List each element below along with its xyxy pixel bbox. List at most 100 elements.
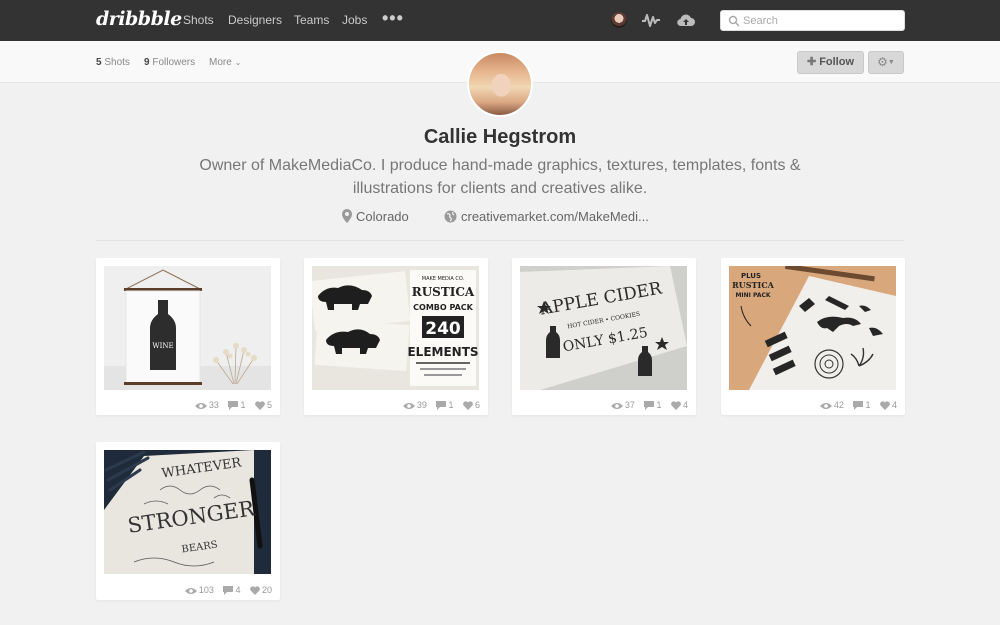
shot-stats: 37 1 4 bbox=[604, 400, 688, 410]
shot-image: PLUS RUSTICA MINI PACK bbox=[729, 266, 896, 390]
comments-count: 1 bbox=[656, 400, 662, 410]
likes-stat[interactable]: 4 bbox=[671, 400, 688, 410]
followers-count: 9 bbox=[144, 57, 150, 68]
comment-icon bbox=[223, 586, 234, 595]
shot-art-text: WINE bbox=[152, 342, 173, 350]
eye-icon bbox=[194, 403, 207, 409]
comment-icon bbox=[644, 401, 655, 410]
more-menu-icon[interactable]: ••• bbox=[382, 8, 404, 29]
chevron-down-icon: ⌄ bbox=[234, 58, 242, 67]
location-text: Colorado bbox=[356, 209, 409, 224]
views-count: 33 bbox=[208, 400, 219, 410]
more-label: More bbox=[209, 57, 232, 68]
shot-card[interactable]: WINE 33 1 5 bbox=[96, 258, 280, 415]
likes-count: 20 bbox=[261, 585, 272, 595]
eye-icon bbox=[610, 403, 623, 409]
comment-icon bbox=[436, 401, 447, 410]
shot-stats: 39 1 6 bbox=[396, 400, 480, 410]
shot-image: WINE bbox=[104, 266, 271, 390]
search-input[interactable] bbox=[743, 13, 898, 29]
shot-thumbnail[interactable]: MAKE MEDIA CO. RUSTICA COMBO PACK 240 EL… bbox=[312, 266, 479, 390]
profile-avatar[interactable] bbox=[467, 51, 533, 117]
views-stat: 103 bbox=[184, 585, 214, 595]
more-dropdown[interactable]: More ⌄ bbox=[209, 57, 242, 68]
views-count: 103 bbox=[198, 585, 214, 595]
shot-card[interactable]: APPLE CIDER HOT CIDER • COOKIES ONLY $1.… bbox=[512, 258, 696, 415]
views-count: 39 bbox=[416, 400, 427, 410]
upload-cloud-icon[interactable] bbox=[676, 11, 696, 29]
follow-button[interactable]: ✚ Follow bbox=[797, 51, 864, 74]
eye-icon bbox=[184, 588, 197, 594]
shot-art-text: RUSTICA bbox=[732, 280, 774, 290]
follow-label: Follow bbox=[819, 56, 855, 68]
comment-icon bbox=[228, 401, 239, 410]
shot-thumbnail[interactable]: WHATEVER STRONGER BEARS bbox=[104, 450, 271, 574]
shot-thumbnail[interactable]: WINE bbox=[104, 266, 271, 390]
heart-icon bbox=[463, 401, 473, 410]
likes-count: 4 bbox=[682, 400, 688, 410]
shot-stats: 33 1 5 bbox=[188, 400, 272, 410]
divider bbox=[96, 240, 904, 241]
shot-stats: 103 4 20 bbox=[178, 585, 272, 595]
profile-name: Callie Hegstrom bbox=[423, 126, 577, 148]
views-stat: 33 bbox=[194, 400, 219, 410]
nav-link-teams[interactable]: Teams bbox=[294, 13, 329, 27]
shot-card[interactable]: MAKE MEDIA CO. RUSTICA COMBO PACK 240 EL… bbox=[304, 258, 488, 415]
user-avatar[interactable] bbox=[611, 12, 627, 28]
website-link[interactable]: creativemarket.com/MakeMedi... bbox=[444, 209, 649, 224]
activity-icon[interactable] bbox=[641, 12, 661, 28]
heart-icon bbox=[250, 586, 260, 595]
comments-stat[interactable]: 1 bbox=[853, 400, 870, 410]
shots-count: 5 bbox=[96, 57, 102, 68]
settings-dropdown-button[interactable]: ⚙▼ bbox=[868, 51, 904, 74]
shot-thumbnail[interactable]: APPLE CIDER HOT CIDER • COOKIES ONLY $1.… bbox=[520, 266, 687, 390]
comments-stat[interactable]: 1 bbox=[228, 400, 245, 410]
search-box[interactable] bbox=[720, 10, 905, 31]
comments-count: 1 bbox=[240, 400, 246, 410]
views-stat: 42 bbox=[819, 400, 844, 410]
shot-card[interactable]: WHATEVER STRONGER BEARS 103 4 20 bbox=[96, 442, 280, 600]
comments-stat[interactable]: 4 bbox=[223, 585, 240, 595]
followers-label: Followers bbox=[152, 57, 196, 68]
shots-stat[interactable]: 5 Shots bbox=[96, 57, 130, 68]
search-icon bbox=[728, 15, 740, 27]
nav-link-shots[interactable]: Shots bbox=[183, 13, 214, 27]
heart-icon bbox=[671, 401, 681, 410]
shot-art-text: ELEMENTS bbox=[407, 345, 478, 359]
heart-icon bbox=[255, 401, 265, 410]
profile-meta: Colorado creativemarket.com/MakeMedi... bbox=[0, 209, 1000, 227]
shot-image: WHATEVER STRONGER BEARS bbox=[104, 450, 271, 574]
likes-count: 5 bbox=[266, 400, 272, 410]
views-count: 42 bbox=[833, 400, 844, 410]
location: Colorado bbox=[342, 209, 409, 224]
shot-art-text: 240 bbox=[425, 319, 461, 339]
likes-stat[interactable]: 4 bbox=[880, 400, 897, 410]
nav-link-jobs[interactable]: Jobs bbox=[342, 13, 367, 27]
globe-icon bbox=[444, 210, 457, 223]
eye-icon bbox=[402, 403, 415, 409]
likes-stat[interactable]: 6 bbox=[463, 400, 480, 410]
followers-stat[interactable]: 9 Followers bbox=[144, 57, 195, 68]
shot-image: MAKE MEDIA CO. RUSTICA COMBO PACK 240 EL… bbox=[312, 266, 479, 390]
profile-bio: Owner of MakeMediaCo. I produce hand-mad… bbox=[199, 157, 801, 197]
website-text[interactable]: creativemarket.com/MakeMedi... bbox=[461, 209, 649, 224]
gear-icon: ⚙ bbox=[877, 55, 888, 69]
shot-thumbnail[interactable]: PLUS RUSTICA MINI PACK bbox=[729, 266, 896, 390]
nav-link-designers[interactable]: Designers bbox=[228, 13, 282, 27]
dribbble-logo[interactable]: dribbble bbox=[96, 8, 182, 30]
shot-image: APPLE CIDER HOT CIDER • COOKIES ONLY $1.… bbox=[520, 266, 687, 390]
eye-icon bbox=[819, 403, 832, 409]
heart-icon bbox=[880, 401, 890, 410]
shot-art-text: MINI PACK bbox=[735, 292, 770, 299]
caret-down-icon: ▼ bbox=[887, 58, 895, 66]
views-count: 37 bbox=[624, 400, 635, 410]
comments-count: 4 bbox=[235, 585, 241, 595]
comments-stat[interactable]: 1 bbox=[644, 400, 661, 410]
location-pin-icon bbox=[342, 209, 352, 223]
comments-stat[interactable]: 1 bbox=[436, 400, 453, 410]
shot-card[interactable]: PLUS RUSTICA MINI PACK 42 1 4 bbox=[721, 258, 905, 415]
likes-stat[interactable]: 5 bbox=[255, 400, 272, 410]
likes-stat[interactable]: 20 bbox=[250, 585, 272, 595]
plus-icon: ✚ bbox=[806, 56, 817, 68]
top-navbar: dribbble Shots Designers Teams Jobs ••• bbox=[0, 0, 1000, 41]
